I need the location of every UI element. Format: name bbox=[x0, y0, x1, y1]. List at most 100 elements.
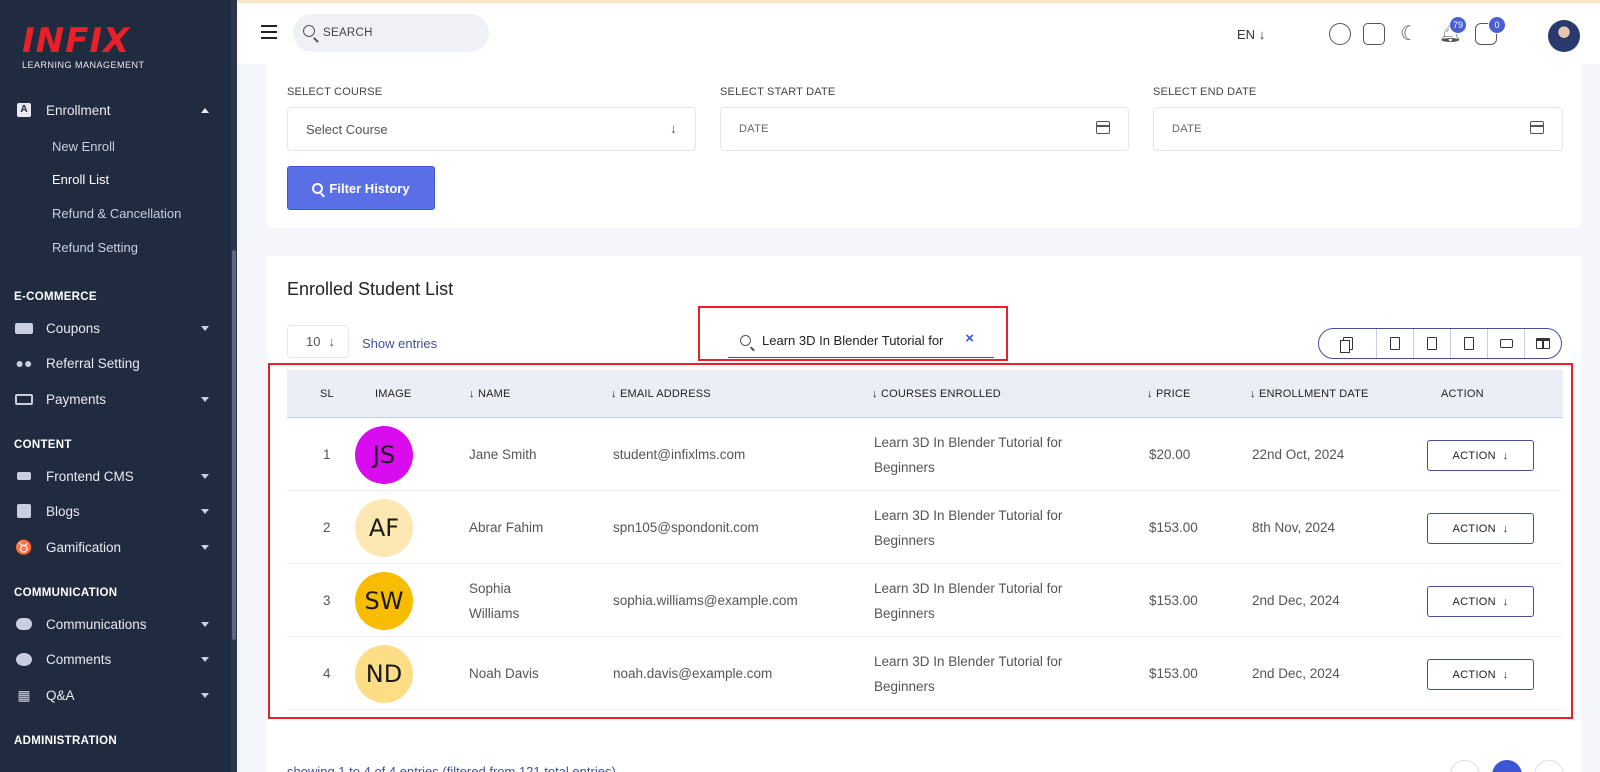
row-email: sophia.williams@example.com bbox=[613, 593, 798, 608]
sidebar-item-label: Comments bbox=[46, 651, 112, 667]
row-price: $153.00 bbox=[1149, 666, 1198, 681]
sidebar-item-label: Gamification bbox=[46, 539, 122, 555]
message-badge: 0 bbox=[1488, 16, 1506, 34]
action-button[interactable]: ACTION ↓ bbox=[1427, 513, 1534, 544]
moon-icon[interactable]: ☾ bbox=[1397, 23, 1419, 45]
message-icon[interactable]: 0 bbox=[1475, 16, 1506, 45]
edit-icon bbox=[14, 502, 34, 520]
row-course: Learn 3D In Blender Tutorial for Beginner… bbox=[874, 508, 1063, 548]
end-date-input[interactable]: DATE bbox=[1153, 107, 1563, 151]
excel-button[interactable] bbox=[1377, 329, 1415, 358]
calendar-icon[interactable] bbox=[1530, 121, 1544, 134]
col-email[interactable]: ↓ EMAIL ADDRESS bbox=[611, 388, 711, 400]
comment-icon bbox=[14, 650, 34, 668]
calendar-icon[interactable] bbox=[1096, 121, 1110, 134]
row-price: $153.00 bbox=[1149, 520, 1198, 535]
user-avatar[interactable] bbox=[1548, 20, 1580, 52]
entries-value: 10 bbox=[306, 334, 321, 349]
action-button[interactable]: ACTION ↓ bbox=[1427, 659, 1534, 690]
global-search-input[interactable]: SEARCH bbox=[293, 14, 489, 52]
action-button[interactable]: ACTION ↓ bbox=[1427, 440, 1534, 471]
search-placeholder: SEARCH bbox=[323, 27, 373, 39]
sidebar-item-label: Coupons bbox=[46, 320, 101, 336]
sidebar-item-label: Blogs bbox=[46, 503, 80, 519]
arrow-down-icon: ↓ bbox=[1258, 27, 1266, 42]
table-row: 4 ND Noah Davis noah.davis@example.com L… bbox=[287, 637, 1563, 710]
copy-button[interactable] bbox=[1319, 329, 1378, 358]
row-name: Jane Smith bbox=[469, 447, 537, 462]
sidebar-sub-refund-setting[interactable]: Refund Setting bbox=[52, 240, 138, 255]
start-date-input[interactable]: DATE bbox=[720, 107, 1129, 151]
globe-icon[interactable] bbox=[1329, 23, 1351, 45]
table-header: SL IMAGE ↓ NAME ↓ EMAIL ADDRESS ↓ COURSE… bbox=[287, 370, 1563, 418]
sidebar-item-coupons[interactable]: Coupons bbox=[0, 312, 231, 344]
table-search-value: Learn 3D In Blender Tutorial for bbox=[762, 333, 944, 348]
sidebar-item-communications[interactable]: Communications bbox=[0, 608, 231, 640]
sort-arrow-icon: ↓ bbox=[611, 388, 620, 400]
sidebar-sub-refund-cancellation[interactable]: Refund & Cancellation bbox=[52, 206, 181, 221]
pdf-button[interactable] bbox=[1451, 329, 1489, 358]
arrow-down-icon: ↓ bbox=[1502, 449, 1509, 462]
sidebar-item-frontend-cms[interactable]: Frontend CMS bbox=[0, 460, 231, 492]
ticket-icon bbox=[14, 319, 34, 337]
sort-arrow-icon: ↓ bbox=[872, 388, 881, 400]
clear-icon[interactable]: × bbox=[963, 330, 974, 347]
chat-bubbles-icon bbox=[14, 615, 34, 633]
sidebar-scrollbar[interactable] bbox=[232, 250, 236, 640]
sidebar-item-label: Communications bbox=[46, 616, 147, 632]
language-select[interactable]: EN ↓ bbox=[1237, 27, 1265, 42]
avatar: ND bbox=[355, 645, 413, 703]
brand-tagline: LEARNING MANAGEMENT bbox=[22, 60, 145, 70]
start-date-label: SELECT START DATE bbox=[720, 86, 836, 98]
pdf-file-icon bbox=[1464, 337, 1475, 350]
print-button[interactable] bbox=[1488, 329, 1526, 358]
sidebar-item-enrollment[interactable]: A Enrollment bbox=[0, 94, 231, 126]
table-search-input[interactable]: Learn 3D In Blender Tutorial for × bbox=[728, 324, 994, 358]
layout-icon[interactable] bbox=[1363, 23, 1385, 45]
column-visibility-button[interactable] bbox=[1525, 329, 1561, 358]
row-sl: 3 bbox=[323, 593, 331, 608]
filter-history-button[interactable]: Filter History bbox=[287, 166, 435, 210]
arrow-down-icon: ↓ bbox=[1502, 522, 1509, 535]
menu-icon[interactable] bbox=[261, 25, 277, 39]
sidebar-item-payments[interactable]: Payments bbox=[0, 383, 231, 415]
filter-history-label: Filter History bbox=[329, 180, 410, 196]
csv-button[interactable] bbox=[1414, 329, 1452, 358]
action-button[interactable]: ACTION ↓ bbox=[1427, 586, 1534, 617]
sidebar-sub-new-enroll[interactable]: New Enroll bbox=[52, 139, 115, 154]
caret-down-icon bbox=[201, 473, 209, 479]
sidebar-item-qa[interactable]: ▦ Q&A bbox=[0, 679, 231, 711]
sidebar-item-referral-setting[interactable]: ●● Referral Setting bbox=[0, 347, 231, 379]
end-date-label: SELECT END DATE bbox=[1153, 86, 1257, 98]
row-price: $20.00 bbox=[1149, 447, 1191, 462]
col-name[interactable]: ↓ NAME bbox=[469, 388, 511, 400]
avatar: AF bbox=[355, 499, 413, 557]
row-price: $153.00 bbox=[1149, 593, 1198, 608]
csv-file-icon bbox=[1427, 337, 1438, 350]
arrow-down-icon: ↓ bbox=[328, 334, 335, 349]
search-icon bbox=[312, 182, 324, 194]
col-price[interactable]: ↓ PRICE bbox=[1147, 388, 1191, 400]
sidebar-item-comments[interactable]: Comments bbox=[0, 643, 231, 675]
row-name: Sophia Williams bbox=[469, 581, 520, 621]
sidebar-item-blogs[interactable]: Blogs bbox=[0, 495, 231, 527]
row-name: Noah Davis bbox=[469, 666, 539, 681]
col-enrollment-date[interactable]: ↓ ENROLLMENT DATE bbox=[1250, 388, 1369, 400]
table-info: showing 1 to 4 of 4 entries (filtered fr… bbox=[287, 764, 616, 772]
col-image[interactable]: IMAGE bbox=[375, 388, 411, 400]
sort-arrow-icon: ↓ bbox=[1250, 388, 1259, 400]
section-communication: COMMUNICATION bbox=[14, 587, 118, 599]
caret-down-icon bbox=[201, 621, 209, 627]
entries-select[interactable]: 10 ↓ bbox=[287, 325, 349, 358]
medal-icon: ♉ bbox=[15, 538, 33, 555]
language-value: EN bbox=[1237, 27, 1256, 42]
columns-icon bbox=[1536, 338, 1551, 349]
course-select[interactable]: Select Course ↓ bbox=[287, 107, 696, 151]
col-courses[interactable]: ↓ COURSES ENROLLED bbox=[872, 388, 1001, 400]
sidebar-sub-enroll-list[interactable]: Enroll List bbox=[52, 172, 109, 187]
brand-logo[interactable]: INFIX LEARNING MANAGEMENT bbox=[22, 24, 145, 70]
section-ecommerce: E-COMMERCE bbox=[14, 291, 97, 303]
col-sl[interactable]: SL bbox=[320, 388, 334, 400]
sidebar-item-gamification[interactable]: ♉ Gamification bbox=[0, 531, 231, 563]
bell-icon[interactable]: 🔔︎ 79 bbox=[1436, 16, 1467, 45]
